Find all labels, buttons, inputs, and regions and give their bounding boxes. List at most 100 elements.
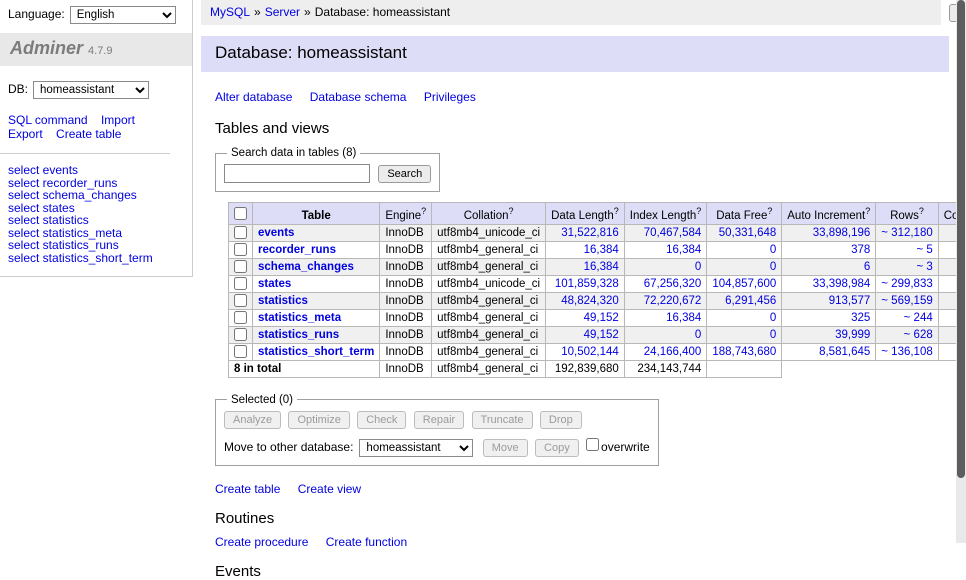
row-select-checkbox[interactable] <box>234 226 247 239</box>
table-name-link[interactable]: events <box>258 227 294 239</box>
column-header-label: Rows <box>890 210 919 222</box>
content-link[interactable]: Create table <box>215 482 280 496</box>
search-input[interactable] <box>224 164 370 183</box>
operation-button[interactable]: Drop <box>540 411 582 429</box>
index-length-value[interactable]: 16,384 <box>624 241 707 258</box>
sidebar-action-link[interactable]: Export <box>8 127 43 141</box>
rows-count-link[interactable]: ~ 244 <box>876 309 938 326</box>
operation-button[interactable]: Repair <box>414 411 464 429</box>
auto-increment-value[interactable]: 325 <box>782 309 876 326</box>
table-name-link[interactable]: schema_changes <box>258 261 354 273</box>
data-free-value[interactable]: 50,331,648 <box>707 224 782 241</box>
help-link[interactable]: ? <box>767 206 772 216</box>
index-length-value[interactable]: 16,384 <box>624 309 707 326</box>
rows-count-link[interactable]: ~ 136,108 <box>876 343 938 360</box>
table-name-link[interactable]: states <box>258 278 291 290</box>
move-database-select[interactable]: homeassistant <box>359 439 473 457</box>
row-select-checkbox[interactable] <box>234 311 247 324</box>
data-free-value[interactable]: 188,743,680 <box>707 343 782 360</box>
rows-count-link[interactable]: ~ 5 <box>876 241 938 258</box>
table-name-link[interactable]: statistics_short_term <box>258 346 374 358</box>
row-select-checkbox[interactable] <box>234 328 247 341</box>
data-length-value[interactable]: 10,502,144 <box>546 343 625 360</box>
sidebar-table-link[interactable]: select events <box>8 164 184 177</box>
data-free-value[interactable]: 0 <box>707 309 782 326</box>
data-length-value[interactable]: 48,824,320 <box>546 292 625 309</box>
auto-increment-value[interactable]: 39,999 <box>782 326 876 343</box>
language-select[interactable]: English <box>70 6 176 24</box>
help-link[interactable]: ? <box>421 206 426 216</box>
content-link[interactable]: Privileges <box>424 90 476 104</box>
content-link[interactable]: Database schema <box>310 90 407 104</box>
help-link[interactable]: ? <box>614 206 619 216</box>
operation-button[interactable]: Check <box>357 411 406 429</box>
rows-count-link[interactable]: ~ 3 <box>876 258 938 275</box>
row-select-checkbox[interactable] <box>234 260 247 273</box>
move-copy-button[interactable]: Move <box>483 439 528 457</box>
index-length-value[interactable]: 70,467,584 <box>624 224 707 241</box>
data-free-value[interactable]: 104,857,600 <box>707 275 782 292</box>
index-length-value[interactable]: 24,166,400 <box>624 343 707 360</box>
data-length-value[interactable]: 101,859,328 <box>546 275 625 292</box>
data-length-value[interactable]: 49,152 <box>546 309 625 326</box>
table-name-link[interactable]: recorder_runs <box>258 244 336 256</box>
help-link[interactable]: ? <box>508 206 513 216</box>
data-free-value[interactable]: 0 <box>707 258 782 275</box>
rows-count-link[interactable]: ~ 312,180 <box>876 224 938 241</box>
sidebar-action-link[interactable]: SQL command <box>8 113 88 127</box>
index-length-value[interactable]: 72,220,672 <box>624 292 707 309</box>
auto-increment-value[interactable]: 33,398,984 <box>782 275 876 292</box>
row-select-checkbox[interactable] <box>234 345 247 358</box>
rows-count-link[interactable]: ~ 628 <box>876 326 938 343</box>
breadcrumb-link-mysql[interactable]: MySQL <box>210 5 250 19</box>
content-link[interactable]: Create procedure <box>215 535 308 549</box>
help-link[interactable]: ? <box>696 206 701 216</box>
operation-button[interactable]: Optimize <box>288 411 349 429</box>
table-name-link[interactable]: statistics <box>258 295 308 307</box>
row-select-checkbox[interactable] <box>234 294 247 307</box>
data-length-value[interactable]: 31,522,816 <box>546 224 625 241</box>
scrollbar[interactable] <box>956 0 966 543</box>
operation-button[interactable]: Analyze <box>224 411 281 429</box>
sidebar-action-link[interactable]: Create table <box>56 127 121 141</box>
row-select-checkbox[interactable] <box>234 277 247 290</box>
data-free-value[interactable]: 0 <box>707 326 782 343</box>
db-select[interactable]: homeassistant <box>33 81 149 99</box>
data-free-value[interactable]: 6,291,456 <box>707 292 782 309</box>
scrollbar-thumb[interactable] <box>957 0 965 478</box>
auto-increment-value[interactable]: 33,898,196 <box>782 224 876 241</box>
content-link[interactable]: Create view <box>298 482 361 496</box>
search-button[interactable]: Search <box>378 165 431 183</box>
table-name-link[interactable]: statistics_meta <box>258 312 341 324</box>
overwrite-checkbox[interactable] <box>586 438 599 451</box>
sidebar-table-link[interactable]: select statistics_short_term <box>8 252 184 265</box>
data-length-value[interactable]: 16,384 <box>546 258 625 275</box>
data-free-value[interactable]: 0 <box>707 241 782 258</box>
content-link[interactable]: Alter database <box>215 90 292 104</box>
move-copy-button[interactable]: Copy <box>535 439 579 457</box>
help-link[interactable]: ? <box>865 206 870 216</box>
index-length-value[interactable]: 0 <box>624 326 707 343</box>
sidebar-table-link[interactable]: select schema_changes <box>8 189 184 202</box>
sidebar-action-link[interactable]: Import <box>101 113 135 127</box>
select-all-checkbox[interactable] <box>234 207 247 220</box>
rows-count-link[interactable]: ~ 569,159 <box>876 292 938 309</box>
auto-increment-value[interactable]: 6 <box>782 258 876 275</box>
breadcrumb: MySQL»Server»Database: homeassistant <box>201 0 941 25</box>
index-length-value[interactable]: 67,256,320 <box>624 275 707 292</box>
auto-increment-value[interactable]: 378 <box>782 241 876 258</box>
data-length-value[interactable]: 16,384 <box>546 241 625 258</box>
data-length-value[interactable]: 49,152 <box>546 326 625 343</box>
operation-button[interactable]: Truncate <box>472 411 533 429</box>
row-select-checkbox[interactable] <box>234 243 247 256</box>
auto-increment-value[interactable]: 8,581,645 <box>782 343 876 360</box>
content-link[interactable]: Create function <box>326 535 407 549</box>
auto-increment-value[interactable]: 913,577 <box>782 292 876 309</box>
sidebar-table-link[interactable]: select statistics <box>8 214 184 227</box>
table-name-link[interactable]: statistics_runs <box>258 329 339 341</box>
breadcrumb-link-server[interactable]: Server <box>265 5 300 19</box>
sidebar-table-link[interactable]: select statistics_runs <box>8 239 184 252</box>
index-length-value[interactable]: 0 <box>624 258 707 275</box>
help-link[interactable]: ? <box>919 206 924 216</box>
rows-count-link[interactable]: ~ 299,833 <box>876 275 938 292</box>
